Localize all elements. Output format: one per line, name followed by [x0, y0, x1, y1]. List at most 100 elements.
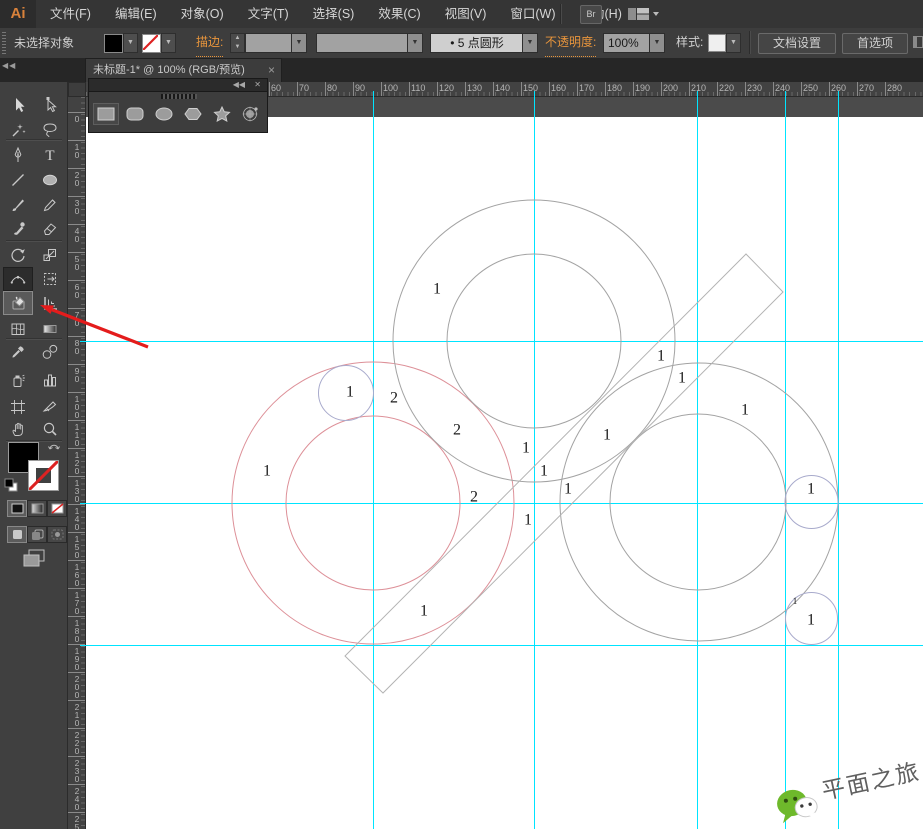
- ruler-label: 160: [551, 83, 567, 93]
- document-setup-button[interactable]: 文档设置: [758, 33, 836, 54]
- column-graph-tool[interactable]: [35, 368, 65, 392]
- pencil-tool[interactable]: [35, 193, 65, 217]
- menu-item[interactable]: 选择(S): [301, 0, 367, 28]
- style-swatch[interactable]: [708, 34, 726, 52]
- dock-collapse-icon[interactable]: ◀◀: [2, 61, 16, 70]
- ruler-label: 120: [439, 83, 455, 93]
- brush-select[interactable]: • 5 点圆形: [430, 33, 524, 53]
- slice-tool[interactable]: [35, 395, 65, 419]
- fill-caret-icon[interactable]: ▼: [123, 33, 138, 53]
- menu-item[interactable]: 窗口(W): [498, 0, 567, 28]
- control-bar-grip[interactable]: [2, 32, 6, 54]
- stroke-weight-caret-icon[interactable]: ▼: [291, 33, 307, 53]
- scale-tool[interactable]: [35, 243, 65, 267]
- eraser-tool[interactable]: [35, 217, 65, 241]
- flare-tool[interactable]: [238, 103, 264, 125]
- ellipse-tool[interactable]: [35, 168, 65, 192]
- ruler-label: 130: [467, 83, 483, 93]
- palette-close-icon[interactable]: ✕: [254, 80, 261, 89]
- opacity-caret-icon[interactable]: ▼: [649, 33, 665, 53]
- rectangle-tool[interactable]: [93, 103, 119, 125]
- width-profile-select[interactable]: [316, 33, 409, 53]
- ruler-tick: [68, 336, 85, 337]
- color-mode-button[interactable]: [7, 500, 27, 517]
- stroke-panel-link[interactable]: 描边:: [196, 28, 224, 57]
- menu-item[interactable]: 对象(O): [169, 0, 236, 28]
- fill-swatch[interactable]: [104, 34, 123, 53]
- ruler-label: 250: [72, 814, 82, 829]
- ruler-tick: [885, 82, 886, 96]
- palette-grip-icon[interactable]: [161, 94, 197, 99]
- menu-item[interactable]: 效果(C): [366, 0, 432, 28]
- draw-inside-button[interactable]: [47, 526, 67, 543]
- ruler-label: 60: [271, 83, 282, 93]
- ellipse-tool[interactable]: [151, 103, 177, 125]
- vertical-ruler[interactable]: 0 10 20 30 40 50 60 70 80 90 100 110 120 130 140 150 160…: [68, 97, 86, 829]
- selection-tool[interactable]: [3, 93, 33, 117]
- ruler-label: 260: [831, 83, 847, 93]
- stroke-weight-value[interactable]: [245, 33, 293, 53]
- gradient-mode-button[interactable]: [27, 500, 47, 517]
- hand-tool[interactable]: [3, 417, 33, 441]
- ruler-label: 80: [72, 338, 82, 354]
- draw-behind-button[interactable]: [27, 526, 47, 543]
- eyedropper-tool[interactable]: [3, 340, 33, 364]
- ruler-tick: [773, 82, 774, 96]
- menu-items: 文件(F) 编辑(E) 对象(O) 文字(T) 选择(S) 效果(C) 视图(V) 窗口(W)…: [38, 0, 634, 28]
- polygon-tool[interactable]: [180, 103, 206, 125]
- live-paint-bucket-tool[interactable]: [3, 291, 33, 315]
- star-tool[interactable]: [209, 103, 235, 125]
- width-profile-caret-icon[interactable]: ▼: [407, 33, 423, 53]
- panel-toggle-icon[interactable]: [913, 36, 923, 48]
- pen-tool[interactable]: [3, 143, 33, 167]
- bridge-button[interactable]: Br: [580, 5, 602, 24]
- menu-item[interactable]: 文件(F): [38, 0, 103, 28]
- ruler-tick: [68, 532, 85, 533]
- draw-normal-button[interactable]: [7, 526, 27, 543]
- ruler-label: 70: [299, 83, 310, 93]
- artboard-canvas[interactable]: [86, 117, 923, 829]
- ruler-corner[interactable]: [68, 82, 86, 97]
- none-mode-button[interactable]: [47, 500, 67, 517]
- workspace-switcher[interactable]: [627, 6, 661, 22]
- artboard-tool[interactable]: [3, 395, 33, 419]
- ruler-label: 10: [72, 142, 82, 158]
- ruler-tick: [437, 82, 438, 96]
- direct-selection-tool[interactable]: [35, 93, 65, 117]
- stroke-caret-icon[interactable]: ▼: [161, 33, 176, 53]
- rounded-rectangle-tool[interactable]: [122, 103, 148, 125]
- screen-mode-button[interactable]: [18, 547, 50, 569]
- brush-caret-icon[interactable]: ▼: [522, 33, 538, 53]
- style-caret-icon[interactable]: ▼: [726, 33, 741, 53]
- perspective-grid-tool[interactable]: [35, 291, 65, 315]
- default-fill-stroke-icon[interactable]: [4, 478, 18, 492]
- zoom-tool[interactable]: [35, 417, 65, 441]
- width-tool[interactable]: [3, 267, 33, 291]
- stroke-color-swatch[interactable]: [27, 459, 60, 492]
- symbol-sprayer-tool[interactable]: [3, 368, 33, 392]
- swap-fill-stroke-icon[interactable]: [48, 440, 62, 452]
- shapes-palette-titlebar[interactable]: ◀◀ ✕: [88, 78, 268, 92]
- tab-close-icon[interactable]: ×: [268, 59, 275, 82]
- palette-collapse-icon[interactable]: ◀◀: [233, 80, 245, 89]
- free-transform-tool[interactable]: [35, 267, 65, 291]
- menu-item[interactable]: 文字(T): [236, 0, 301, 28]
- opacity-select[interactable]: 100%: [603, 33, 651, 53]
- rotate-tool[interactable]: [3, 243, 33, 267]
- preferences-button[interactable]: 首选项: [842, 33, 908, 54]
- blob-brush-tool[interactable]: [3, 217, 33, 241]
- line-segment-tool[interactable]: [3, 168, 33, 192]
- stroke-swatch[interactable]: [142, 34, 161, 53]
- stroke-weight-stepper[interactable]: ▲ ▼: [230, 33, 245, 53]
- illustrator-window: Ai 文件(F) 编辑(E) 对象(O) 文字(T) 选择(S) 效果(C) 视图(V) 窗口…: [0, 0, 923, 829]
- menu-item[interactable]: 视图(V): [433, 0, 499, 28]
- opacity-panel-link[interactable]: 不透明度:: [545, 28, 597, 57]
- paintbrush-tool[interactable]: [3, 193, 33, 217]
- ruler-tick: [633, 82, 634, 96]
- type-tool[interactable]: T: [35, 143, 65, 167]
- menu-item[interactable]: 编辑(E): [103, 0, 169, 28]
- ruler-label: 200: [663, 83, 679, 93]
- toolbar-group-separator: [6, 139, 62, 141]
- ruler-tick: [353, 82, 354, 96]
- blend-tool[interactable]: [35, 340, 65, 364]
